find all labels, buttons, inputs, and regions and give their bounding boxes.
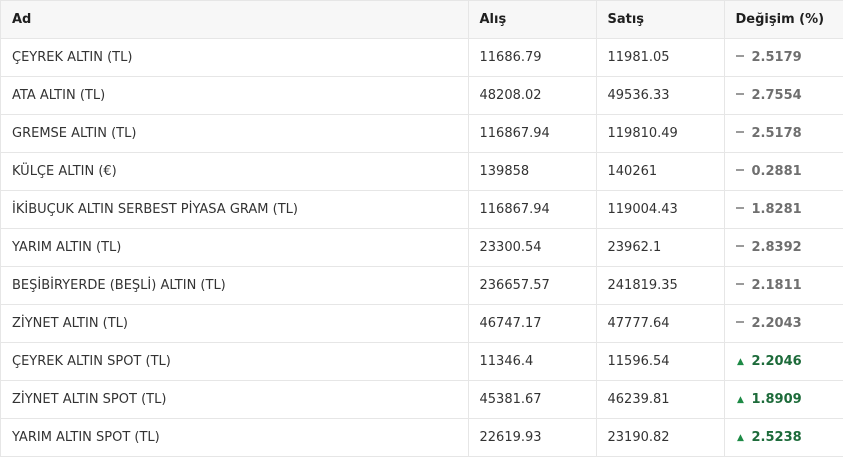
cell-sell: 23190.82	[596, 418, 725, 457]
cell-change: 2.2043	[724, 304, 843, 343]
cell-name: BEŞİBİRYERDE (BEŞLİ) ALTIN (TL)	[1, 266, 469, 305]
cell-sell: 140261	[596, 152, 725, 191]
cell-buy: 116867.94	[468, 114, 597, 153]
table-body: ÇEYREK ALTIN (TL) 11686.79 11981.05 2.5179 A…	[1, 38, 843, 457]
table-row[interactable]: ZİYNET ALTIN (TL) 46747.17 47777.64 2.2043	[1, 304, 843, 343]
change-value: 2.5238	[751, 429, 802, 445]
cell-buy: 46747.17	[468, 304, 597, 343]
column-header-sell[interactable]: Satış	[596, 1, 725, 39]
cell-buy: 45381.67	[468, 380, 597, 419]
column-header-change[interactable]: Değişim (%)	[724, 1, 843, 39]
cell-buy: 236657.57	[468, 266, 597, 305]
gold-prices-table-wrapper: Ad Alış Satış Değişim (%) ÇEYREK ALTIN (…	[0, 0, 843, 457]
gold-prices-table: Ad Alış Satış Değişim (%) ÇEYREK ALTIN (…	[1, 1, 843, 457]
cell-sell: 119810.49	[596, 114, 725, 153]
triangle-up-icon: ▲	[737, 356, 744, 367]
cell-name: ZİYNET ALTIN (TL)	[1, 304, 469, 343]
header-row: Ad Alış Satış Değişim (%)	[1, 1, 843, 39]
cell-change: 2.5178	[724, 114, 843, 153]
cell-sell: 47777.64	[596, 304, 725, 343]
cell-buy: 48208.02	[468, 76, 597, 115]
column-header-name[interactable]: Ad	[1, 1, 469, 39]
dash-icon	[735, 244, 744, 247]
cell-sell: 241819.35	[596, 266, 725, 305]
triangle-up-icon: ▲	[737, 432, 744, 443]
change-value: 2.5179	[751, 49, 802, 65]
cell-name: İKİBUÇUK ALTIN SERBEST PİYASA GRAM (TL)	[1, 190, 469, 229]
table-row[interactable]: KÜLÇE ALTIN (€) 139858 140261 0.2881	[1, 152, 843, 191]
change-value: 2.7554	[751, 87, 802, 103]
table-row[interactable]: YARIM ALTIN SPOT (TL) 22619.93 23190.82 ▲ 2.…	[1, 418, 843, 457]
dash-icon	[735, 206, 744, 209]
cell-name: ÇEYREK ALTIN (TL)	[1, 38, 469, 77]
change-value: 2.2043	[751, 315, 802, 331]
dash-icon	[735, 168, 744, 171]
dash-icon	[735, 54, 744, 57]
cell-sell: 119004.43	[596, 190, 725, 229]
cell-sell: 11981.05	[596, 38, 725, 77]
cell-name: ZİYNET ALTIN SPOT (TL)	[1, 380, 469, 419]
table-row[interactable]: ÇEYREK ALTIN SPOT (TL) 11346.4 11596.54 ▲ 2.…	[1, 342, 843, 381]
cell-name: YARIM ALTIN (TL)	[1, 228, 469, 267]
cell-buy: 11346.4	[468, 342, 597, 381]
table-row[interactable]: ÇEYREK ALTIN (TL) 11686.79 11981.05 2.5179	[1, 38, 843, 77]
change-value: 2.1811	[751, 277, 802, 293]
table-row[interactable]: İKİBUÇUK ALTIN SERBEST PİYASA GRAM (TL) 1…	[1, 190, 843, 229]
cell-buy: 23300.54	[468, 228, 597, 267]
cell-change: ▲ 2.5238	[724, 418, 843, 457]
cell-change: 1.8281	[724, 190, 843, 229]
cell-buy: 139858	[468, 152, 597, 191]
cell-name: YARIM ALTIN SPOT (TL)	[1, 418, 469, 457]
cell-change: 2.8392	[724, 228, 843, 267]
cell-sell: 46239.81	[596, 380, 725, 419]
dash-icon	[735, 320, 744, 323]
change-value: 2.8392	[751, 239, 802, 255]
cell-name: GREMSE ALTIN (TL)	[1, 114, 469, 153]
table-row[interactable]: BEŞİBİRYERDE (BEŞLİ) ALTIN (TL) 236657.57…	[1, 266, 843, 305]
dash-icon	[735, 282, 744, 285]
cell-name: ÇEYREK ALTIN SPOT (TL)	[1, 342, 469, 381]
cell-buy: 11686.79	[468, 38, 597, 77]
triangle-up-icon: ▲	[737, 394, 744, 405]
cell-buy: 116867.94	[468, 190, 597, 229]
change-value: 1.8909	[751, 391, 802, 407]
cell-sell: 11596.54	[596, 342, 725, 381]
change-value: 2.2046	[751, 353, 802, 369]
table-row[interactable]: ATA ALTIN (TL) 48208.02 49536.33 2.7554	[1, 76, 843, 115]
cell-change: 2.5179	[724, 38, 843, 77]
cell-change: ▲ 1.8909	[724, 380, 843, 419]
cell-change: 2.1811	[724, 266, 843, 305]
column-header-buy[interactable]: Alış	[468, 1, 597, 39]
cell-change: 0.2881	[724, 152, 843, 191]
cell-sell: 49536.33	[596, 76, 725, 115]
cell-name: ATA ALTIN (TL)	[1, 76, 469, 115]
dash-icon	[735, 130, 744, 133]
dash-icon	[735, 92, 744, 95]
table-row[interactable]: ZİYNET ALTIN SPOT (TL) 45381.67 46239.81 ▲ 1…	[1, 380, 843, 419]
cell-change: ▲ 2.2046	[724, 342, 843, 381]
change-value: 1.8281	[751, 201, 802, 217]
table-header: Ad Alış Satış Değişim (%)	[1, 1, 843, 39]
table-row[interactable]: GREMSE ALTIN (TL) 116867.94 119810.49 2.517…	[1, 114, 843, 153]
table-row[interactable]: YARIM ALTIN (TL) 23300.54 23962.1 2.8392	[1, 228, 843, 267]
cell-buy: 22619.93	[468, 418, 597, 457]
cell-sell: 23962.1	[596, 228, 725, 267]
cell-change: 2.7554	[724, 76, 843, 115]
change-value: 0.2881	[751, 163, 802, 179]
change-value: 2.5178	[751, 125, 802, 141]
cell-name: KÜLÇE ALTIN (€)	[1, 152, 469, 191]
